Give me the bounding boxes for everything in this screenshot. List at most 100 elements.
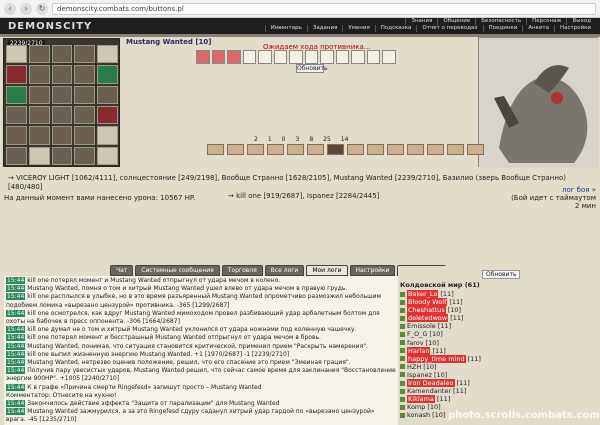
player-name[interactable]: Ispanez — [407, 371, 432, 379]
player-name[interactable]: Bloody Wolf — [407, 298, 448, 307]
player-row[interactable]: Bloody Wolf [11] — [400, 298, 481, 307]
equipment-slot[interactable] — [74, 106, 96, 125]
menu-item-3[interactable]: Персонаж — [526, 18, 566, 25]
action-button[interactable] — [307, 144, 324, 155]
player-name[interactable]: farov — [407, 339, 424, 347]
player-name[interactable]: happy_time mind — [407, 354, 466, 363]
player-row[interactable]: F_O_G [10] — [400, 330, 481, 338]
equipment-slot[interactable] — [6, 106, 27, 125]
action-button[interactable] — [207, 144, 224, 155]
player-row[interactable]: Ispanez [10] — [400, 371, 481, 379]
player-row[interactable]: happy_time mind [11] — [400, 354, 481, 363]
battle-cell[interactable] — [242, 50, 257, 64]
menu-item-0[interactable]: Знания — [405, 18, 437, 25]
player-row[interactable]: Cheshattus [10] — [400, 306, 481, 315]
equipment-slot[interactable] — [97, 126, 118, 145]
action-button[interactable] — [467, 144, 484, 155]
action-button[interactable] — [407, 144, 424, 155]
player-name[interactable]: konash — [407, 411, 430, 419]
battle-cell[interactable] — [258, 50, 272, 64]
chat-tab[interactable]: Мои логи — [306, 265, 348, 276]
action-button[interactable] — [447, 144, 464, 155]
battle-cell[interactable] — [196, 50, 210, 64]
player-name[interactable]: F_O_G — [407, 330, 427, 338]
update-button[interactable]: Обновить — [296, 64, 327, 73]
player-name[interactable]: Kamendanter — [407, 387, 451, 395]
chat-tab[interactable]: Настройки — [349, 265, 396, 276]
player-row[interactable]: HZH [10] — [400, 363, 481, 371]
battle-cell[interactable] — [366, 50, 381, 64]
equipment-slot[interactable] — [74, 146, 96, 165]
equipment-slot[interactable] — [28, 126, 50, 145]
player-name[interactable]: Harlan — [407, 346, 431, 355]
submenu-item-3[interactable]: Подсказка — [374, 25, 417, 32]
battle-cell[interactable] — [289, 50, 303, 64]
submenu-item-2[interactable]: Умения — [342, 25, 374, 32]
submenu-item-0[interactable]: Инвентарь — [264, 25, 307, 32]
action-button[interactable] — [287, 144, 304, 155]
menu-item-1[interactable]: Общение — [437, 18, 475, 25]
equipment-slot[interactable] — [28, 65, 50, 84]
equipment-slot[interactable] — [28, 85, 50, 104]
action-button[interactable] — [247, 144, 264, 155]
player-name[interactable]: Kiklama — [407, 395, 435, 404]
equipment-slot[interactable] — [97, 85, 118, 104]
equipment-slot[interactable] — [97, 65, 118, 84]
action-button[interactable] — [387, 144, 404, 155]
action-button[interactable] — [347, 144, 364, 155]
battle-cell[interactable] — [273, 50, 288, 64]
action-button[interactable] — [427, 144, 444, 155]
player-row[interactable]: Kiklama [11] — [400, 395, 481, 404]
player-row[interactable]: Harlan [11] — [400, 346, 481, 355]
action-button[interactable] — [267, 144, 284, 155]
player-name[interactable]: Baker_Lo — [407, 290, 439, 299]
refresh-button[interactable]: Обновить — [482, 270, 521, 279]
player-name[interactable]: HZH — [407, 363, 421, 371]
action-button[interactable] — [327, 144, 344, 155]
player-row[interactable]: deletedwow [11] — [400, 314, 481, 323]
equipment-slot[interactable] — [28, 45, 50, 64]
player-name[interactable]: Iron Deadaleo — [407, 379, 455, 388]
menu-item-2[interactable]: Безопасность — [475, 18, 526, 25]
equipment-slot[interactable] — [6, 45, 27, 64]
equipment-slot[interactable] — [51, 65, 73, 84]
player-row[interactable]: Kamendanter [11] — [400, 387, 481, 395]
action-button[interactable] — [367, 144, 384, 155]
player-name[interactable]: Komp — [407, 403, 425, 411]
player-row[interactable]: Baker_Lo [11] — [400, 290, 481, 299]
chat-tab[interactable]: Все логи — [264, 265, 305, 276]
equipment-slot[interactable] — [51, 106, 73, 125]
equipment-slot[interactable] — [6, 126, 27, 145]
equipment-slot[interactable] — [51, 126, 73, 145]
chat-tab[interactable]: Торговля — [221, 265, 263, 276]
equipment-slot[interactable] — [6, 65, 27, 84]
forward-icon[interactable]: › — [20, 2, 32, 15]
chat-tab[interactable]: Чат — [110, 265, 134, 276]
equipment-slot[interactable] — [28, 106, 50, 125]
equipment-slot[interactable] — [97, 106, 118, 125]
equipment-slot[interactable] — [74, 85, 96, 104]
equipment-slot[interactable] — [6, 146, 27, 165]
menu-item-4[interactable]: Выход — [566, 18, 596, 25]
battle-cell[interactable] — [335, 50, 350, 64]
player-row[interactable]: farov [10] — [400, 339, 481, 347]
equipment-slot[interactable] — [74, 45, 96, 64]
equipment-slot[interactable] — [74, 65, 96, 84]
equipment-slot[interactable] — [28, 146, 50, 165]
chat-tab[interactable]: Системные сообщения — [135, 265, 220, 276]
back-icon[interactable]: ‹ — [4, 2, 16, 15]
player-row[interactable]: Emissole [11] — [400, 322, 481, 330]
battle-log-link[interactable]: лог боя » — [508, 186, 596, 194]
player-name[interactable]: Emissole — [407, 322, 436, 330]
submenu-item-7[interactable]: Настройки — [553, 25, 596, 32]
equipment-slot[interactable] — [51, 146, 73, 165]
address-bar[interactable]: demonscity.combats.com/buttons.pl — [52, 2, 596, 15]
submenu-item-5[interactable]: Поединки — [482, 25, 523, 32]
battle-cell[interactable] — [211, 50, 226, 64]
reload-icon[interactable]: ↻ — [36, 2, 48, 15]
battle-cell[interactable] — [304, 50, 319, 64]
submenu-item-1[interactable]: Задания — [306, 25, 343, 32]
equipment-slot[interactable] — [51, 85, 73, 104]
equipment-slot[interactable] — [51, 45, 73, 64]
equipment-slot[interactable] — [97, 146, 118, 165]
